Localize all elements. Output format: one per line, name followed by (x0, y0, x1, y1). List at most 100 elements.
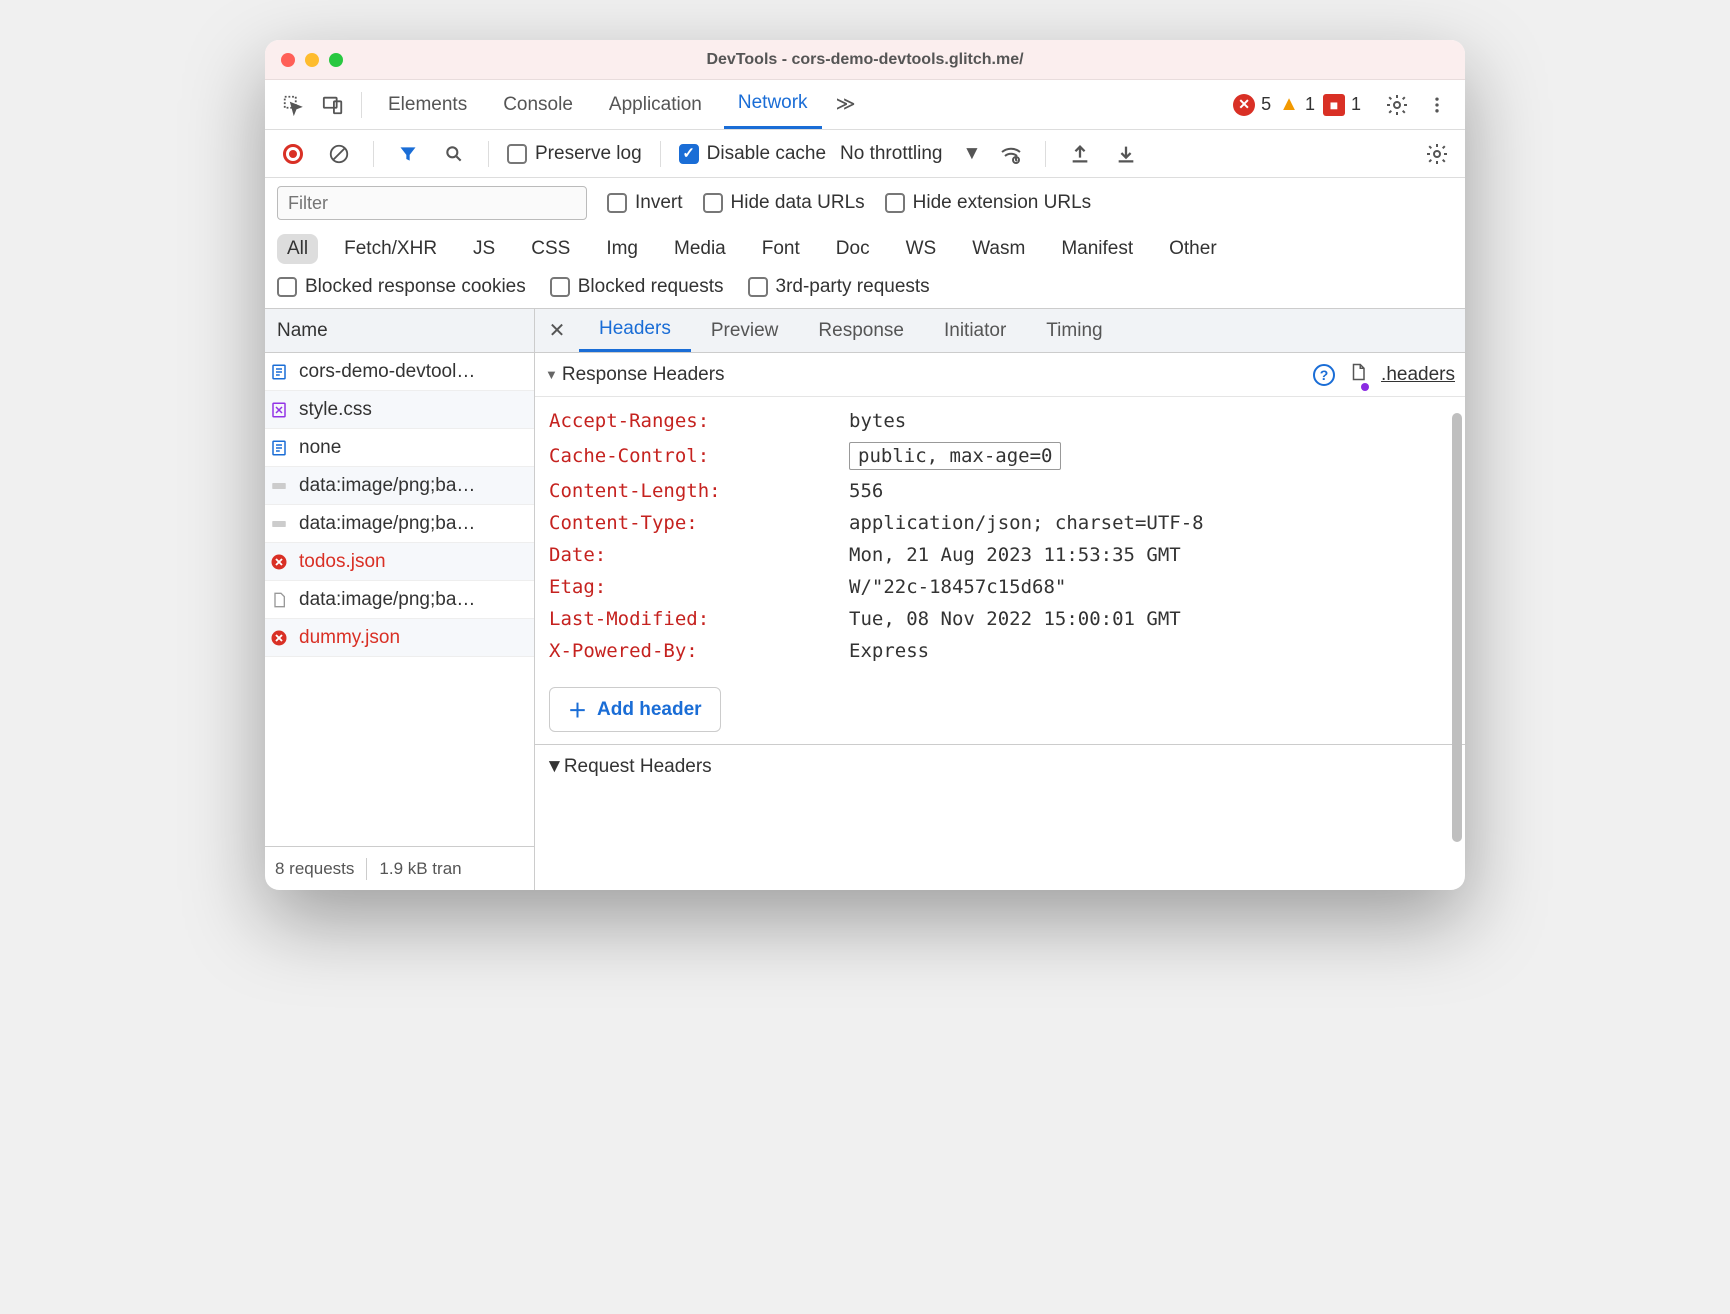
header-row: Last-Modified:Tue, 08 Nov 2022 15:00:01 … (549, 603, 1451, 635)
error-count[interactable]: ✕ 5 (1233, 94, 1271, 116)
hide-extension-urls-toggle[interactable]: Hide extension URLs (885, 192, 1091, 214)
record-button[interactable] (277, 138, 309, 170)
invert-toggle[interactable]: Invert (607, 192, 683, 214)
header-row: X-Powered-By:Express (549, 635, 1451, 667)
dtab-preview[interactable]: Preview (691, 309, 799, 352)
header-value: Mon, 21 Aug 2023 11:53:35 GMT (849, 544, 1181, 566)
header-key: Etag: (549, 576, 849, 598)
type-font[interactable]: Font (752, 234, 810, 264)
disable-cache-toggle[interactable]: Disable cache (679, 143, 826, 165)
filter-bar: Invert Hide data URLs Hide extension URL… (265, 178, 1465, 228)
request-type-icon (269, 438, 289, 458)
warning-count[interactable]: ▲ 1 (1279, 93, 1315, 116)
kebab-icon[interactable] (1421, 89, 1453, 121)
response-headers-section[interactable]: ▼ Response Headers ? .headers (535, 353, 1465, 397)
blocked-requests-toggle[interactable]: Blocked requests (550, 276, 724, 298)
device-icon[interactable] (317, 89, 349, 121)
type-all[interactable]: All (277, 234, 318, 264)
request-name: data:image/png;ba… (299, 475, 475, 497)
download-icon[interactable] (1110, 138, 1142, 170)
clear-icon[interactable] (323, 138, 355, 170)
header-value[interactable]: public, max-age=0 (849, 442, 1061, 470)
sidebar-header-name[interactable]: Name (265, 309, 534, 353)
request-row[interactable]: none (265, 429, 534, 467)
request-row[interactable]: data:image/png;ba… (265, 467, 534, 505)
request-type-icon (269, 476, 289, 496)
blocked-bar: Blocked response cookies Blocked request… (265, 270, 1465, 309)
tab-console[interactable]: Console (489, 80, 587, 129)
header-value: application/json; charset=UTF-8 (849, 512, 1204, 534)
request-row[interactable]: cors-demo-devtool… (265, 353, 534, 391)
type-wasm[interactable]: Wasm (962, 234, 1035, 264)
dtab-response[interactable]: Response (798, 309, 924, 352)
hide-data-urls-toggle[interactable]: Hide data URLs (703, 192, 865, 214)
filter-icon[interactable] (392, 138, 424, 170)
inspect-icon[interactable] (277, 89, 309, 121)
type-ws[interactable]: WS (896, 234, 947, 264)
type-img[interactable]: Img (596, 234, 648, 264)
type-fetch[interactable]: Fetch/XHR (334, 234, 447, 264)
sidebar-footer: 8 requests 1.9 kB tran (265, 846, 534, 890)
separator (660, 141, 661, 167)
request-row[interactable]: data:image/png;ba… (265, 581, 534, 619)
type-other[interactable]: Other (1159, 234, 1227, 264)
request-row[interactable]: todos.json (265, 543, 534, 581)
request-headers-section[interactable]: ▼ Request Headers (535, 744, 1465, 788)
request-name: dummy.json (299, 627, 400, 649)
header-key: Cache-Control: (549, 445, 849, 467)
network-settings-icon[interactable] (1421, 138, 1453, 170)
close-window-icon[interactable] (281, 53, 295, 67)
dtab-timing[interactable]: Timing (1026, 309, 1122, 352)
detail-panel: ✕ Headers Preview Response Initiator Tim… (535, 309, 1465, 890)
checkbox-icon (679, 144, 699, 164)
window-titlebar: DevTools - cors-demo-devtools.glitch.me/ (265, 40, 1465, 80)
requests-count: 8 requests (275, 859, 354, 879)
dtab-headers[interactable]: Headers (579, 309, 691, 352)
type-media[interactable]: Media (664, 234, 736, 264)
scrollbar[interactable] (1452, 413, 1462, 842)
separator (1045, 141, 1046, 167)
header-value: Tue, 08 Nov 2022 15:00:01 GMT (849, 608, 1181, 630)
throttling-select[interactable]: No throttling ▼ (840, 143, 981, 165)
traffic-lights (281, 53, 343, 67)
filter-input[interactable] (277, 186, 587, 220)
request-name: cors-demo-devtool… (299, 361, 475, 383)
request-row[interactable]: data:image/png;ba… (265, 505, 534, 543)
request-name: data:image/png;ba… (299, 513, 475, 535)
issue-icon: ■ (1323, 94, 1345, 116)
request-type-icon (269, 628, 289, 648)
type-js[interactable]: JS (463, 234, 505, 264)
request-row[interactable]: dummy.json (265, 619, 534, 657)
blocked-cookies-toggle[interactable]: Blocked response cookies (277, 276, 526, 298)
detail-tabs: ✕ Headers Preview Response Initiator Tim… (535, 309, 1465, 353)
tab-network[interactable]: Network (724, 80, 822, 129)
settings-icon[interactable] (1381, 89, 1413, 121)
request-type-icon (269, 514, 289, 534)
type-doc[interactable]: Doc (826, 234, 880, 264)
issues-count[interactable]: ■ 1 (1323, 94, 1361, 116)
tab-elements[interactable]: Elements (374, 80, 481, 129)
network-conditions-icon[interactable] (995, 138, 1027, 170)
detail-body: ▼ Response Headers ? .headers Accept-Ran… (535, 353, 1465, 890)
add-header-button[interactable]: ＋ Add header (549, 687, 721, 732)
minimize-window-icon[interactable] (305, 53, 319, 67)
upload-icon[interactable] (1064, 138, 1096, 170)
header-value: bytes (849, 410, 906, 432)
header-row: Etag:W/"22c-18457c15d68" (549, 571, 1451, 603)
request-list[interactable]: cors-demo-devtool… style.cssnone data:imag… (265, 353, 534, 846)
preserve-log-toggle[interactable]: Preserve log (507, 143, 642, 165)
maximize-window-icon[interactable] (329, 53, 343, 67)
search-icon[interactable] (438, 138, 470, 170)
request-row[interactable]: style.css (265, 391, 534, 429)
dtab-initiator[interactable]: Initiator (924, 309, 1026, 352)
more-tabs-icon[interactable]: ≫ (830, 89, 862, 121)
help-icon[interactable]: ? (1313, 364, 1335, 386)
type-manifest[interactable]: Manifest (1051, 234, 1143, 264)
content-area: Name cors-demo-devtool… style.cssnone data… (265, 309, 1465, 890)
type-css[interactable]: CSS (521, 234, 580, 264)
request-name: data:image/png;ba… (299, 589, 475, 611)
close-detail-icon[interactable]: ✕ (535, 309, 579, 352)
headers-source-link[interactable]: .headers (1381, 364, 1455, 386)
third-party-toggle[interactable]: 3rd-party requests (748, 276, 930, 298)
tab-application[interactable]: Application (595, 80, 716, 129)
